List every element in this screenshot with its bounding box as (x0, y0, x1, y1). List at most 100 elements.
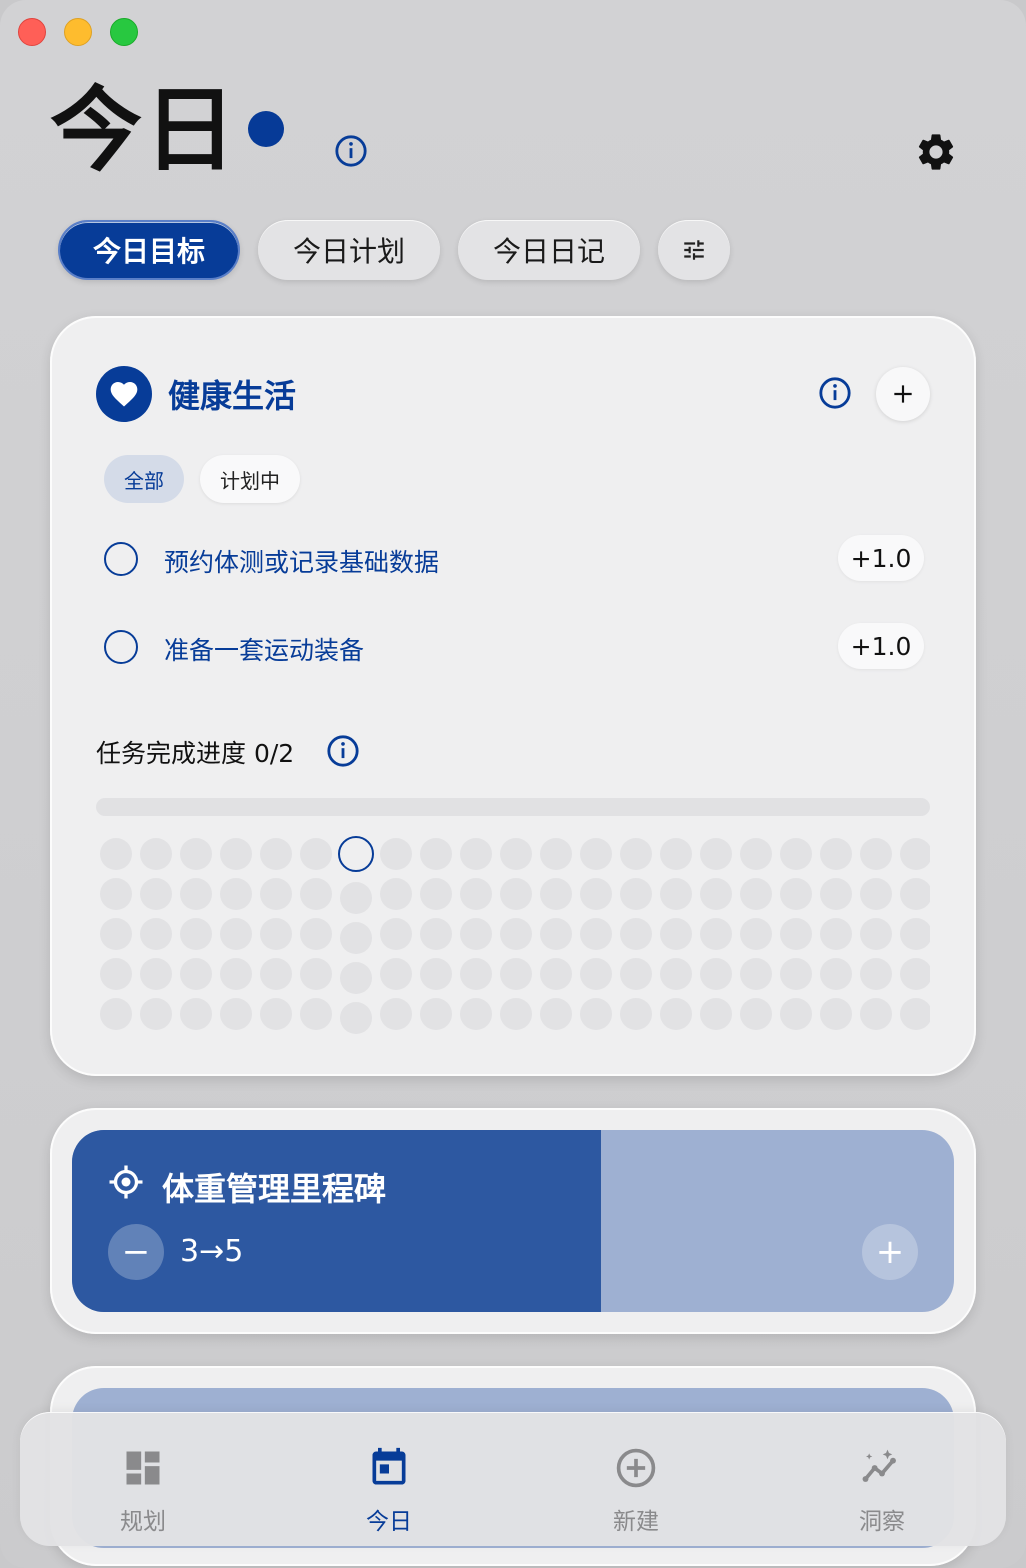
activity-dot (740, 918, 772, 950)
gear-icon[interactable] (914, 130, 958, 174)
info-icon[interactable] (818, 376, 852, 410)
task-label: 预约体测或记录基础数据 (164, 548, 440, 577)
activity-dot (100, 838, 132, 870)
activity-dot (620, 958, 652, 990)
heart-icon (96, 366, 152, 422)
activity-dot (220, 958, 252, 990)
activity-dot (660, 958, 692, 990)
activity-dot (500, 958, 532, 990)
activity-dot (860, 958, 892, 990)
milestone-card: 体重管理里程碑 − 3→5 + (50, 1108, 976, 1334)
tabbar-item-insights[interactable]: 洞察 (802, 1412, 962, 1546)
activity-dot (580, 878, 612, 910)
activity-dot (140, 878, 172, 910)
tabbar-item-new[interactable]: 新建 (556, 1412, 716, 1546)
app-window: 今日 今日目标 今日计划 今日日记 健康生活 全部 计划中 预约体测或记录基础数… (0, 0, 1026, 1568)
activity-dot (340, 962, 372, 994)
task-checkbox[interactable] (104, 542, 138, 576)
activity-dot (220, 878, 252, 910)
activity-dot (220, 838, 252, 870)
tab-today-journal[interactable]: 今日日记 (458, 220, 640, 280)
activity-dot (500, 998, 532, 1030)
zoom-window-button[interactable] (110, 18, 138, 46)
activity-dot (820, 958, 852, 990)
info-icon[interactable] (334, 134, 368, 168)
sliders-icon (684, 240, 704, 260)
activity-dot (900, 838, 930, 870)
milestone-progress-fill (72, 1130, 602, 1312)
activity-dot (380, 998, 412, 1030)
activity-dot (740, 878, 772, 910)
activity-dot (740, 998, 772, 1030)
activity-dot (500, 878, 532, 910)
activity-dot (300, 878, 332, 910)
list-item[interactable]: 准备一套运动装备 +1.0 (104, 623, 924, 671)
activity-dot (460, 998, 492, 1030)
increment-button[interactable]: + (862, 1224, 918, 1280)
activity-dot (260, 918, 292, 950)
activity-dot (460, 878, 492, 910)
filter-all[interactable]: 全部 (104, 455, 184, 503)
activity-dot (900, 878, 930, 910)
activity-dot (700, 878, 732, 910)
filter-planned[interactable]: 计划中 (200, 455, 300, 503)
activity-dot (140, 998, 172, 1030)
activity-dot (860, 878, 892, 910)
decrement-button[interactable]: − (108, 1224, 164, 1280)
activity-dot (500, 838, 532, 870)
activity-dot (540, 998, 572, 1030)
insights-icon (862, 1449, 896, 1482)
filter-settings-button[interactable] (658, 220, 730, 280)
activity-dot (420, 918, 452, 950)
activity-dot (180, 958, 212, 990)
activity-dot (660, 918, 692, 950)
activity-dot (540, 958, 572, 990)
activity-dot (380, 958, 412, 990)
activity-dot (300, 958, 332, 990)
activity-dot-current (338, 836, 374, 872)
activity-dot (140, 958, 172, 990)
tab-today-goals[interactable]: 今日目标 (58, 220, 240, 280)
activity-dot (420, 838, 452, 870)
milestone-slider[interactable]: 体重管理里程碑 − 3→5 + (72, 1130, 954, 1312)
activity-dot (420, 998, 452, 1030)
add-task-button[interactable] (876, 367, 930, 421)
activity-dot (540, 878, 572, 910)
activity-dot (180, 878, 212, 910)
task-label: 准备一套运动装备 (164, 636, 365, 665)
activity-dot (260, 878, 292, 910)
activity-dot (820, 918, 852, 950)
activity-dot (700, 958, 732, 990)
activity-dot (140, 838, 172, 870)
activity-dot (180, 838, 212, 870)
calendar-icon (372, 1447, 406, 1485)
close-window-button[interactable] (18, 18, 46, 46)
activity-dot (100, 998, 132, 1030)
task-checkbox[interactable] (104, 630, 138, 664)
activity-dot (620, 998, 652, 1030)
activity-dot (660, 838, 692, 870)
list-item[interactable]: 预约体测或记录基础数据 +1.0 (104, 535, 924, 583)
activity-dot (340, 1002, 372, 1034)
activity-dot (460, 958, 492, 990)
info-icon[interactable] (326, 734, 360, 768)
activity-dot (780, 958, 812, 990)
activity-dot (900, 918, 930, 950)
activity-dot (860, 918, 892, 950)
goal-card: 健康生活 全部 计划中 预约体测或记录基础数据 +1.0 准备一套运动装备 +1… (50, 316, 976, 1076)
activity-dot (180, 998, 212, 1030)
status-dot (248, 111, 284, 147)
activity-dot (860, 838, 892, 870)
activity-dot (180, 918, 212, 950)
tabbar-item-today[interactable]: 今日 (309, 1412, 469, 1546)
tabbar-item-plan[interactable]: 规划 (63, 1412, 223, 1546)
tab-today-plan[interactable]: 今日计划 (258, 220, 440, 280)
activity-dot (580, 838, 612, 870)
activity-dot (620, 918, 652, 950)
minimize-window-button[interactable] (64, 18, 92, 46)
activity-dot (100, 878, 132, 910)
milestone-title: 体重管理里程碑 (162, 1170, 387, 1208)
task-score-badge: +1.0 (838, 623, 924, 669)
activity-dot (700, 998, 732, 1030)
activity-dot (500, 918, 532, 950)
